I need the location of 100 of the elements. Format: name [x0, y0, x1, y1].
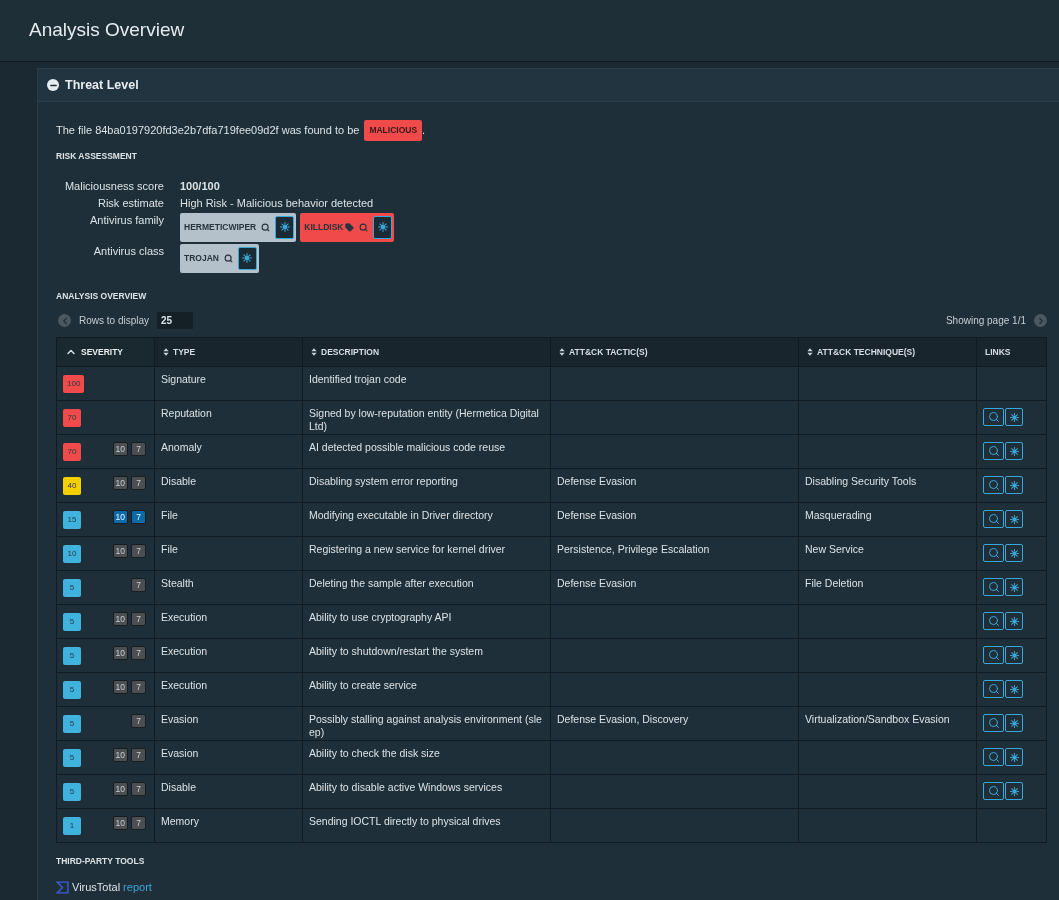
- table-cell: Disable: [161, 475, 197, 488]
- search-button[interactable]: [983, 408, 1004, 427]
- verdict-period: .: [422, 123, 426, 139]
- tag-chip: 10: [112, 510, 128, 525]
- column-header[interactable]: SEVERITY: [56, 337, 155, 367]
- table-cell: Disabling Security Tools: [805, 475, 917, 488]
- tag-label: HERMETICWIPER: [184, 220, 257, 234]
- table-cell: Defense Evasion, Discovery: [557, 713, 689, 726]
- field-value: 100/100: [180, 178, 220, 194]
- tag-chip: 7: [131, 816, 146, 831]
- table-cell-text: Ability to shutdown/restart the system: [309, 645, 484, 659]
- tag-chip: 7: [131, 680, 146, 695]
- search-icon: [987, 751, 1000, 764]
- search-button[interactable]: [983, 612, 1004, 631]
- page-info: Showing page 1/1: [945, 314, 1026, 329]
- search-button[interactable]: [983, 680, 1004, 699]
- family-tag[interactable]: TROJAN: [180, 243, 259, 273]
- sun-icon: [1008, 683, 1020, 695]
- search-icon[interactable]: [223, 253, 233, 263]
- column-header[interactable]: ATT&CK TECHNIQUE(S): [798, 337, 977, 367]
- table-cell: Defense Evasion: [557, 475, 637, 488]
- panel-title: Threat Level: [65, 76, 139, 94]
- sort-icon[interactable]: [163, 348, 169, 357]
- sandbox-button[interactable]: [373, 215, 393, 239]
- search-icon: [987, 479, 1000, 492]
- search-button[interactable]: [983, 476, 1004, 495]
- sandbox-button[interactable]: [1005, 476, 1023, 495]
- sandbox-button[interactable]: [1005, 544, 1023, 563]
- rows-input[interactable]: 25: [157, 312, 194, 330]
- tag-chip: 7: [131, 646, 146, 661]
- tag-chip: 10: [112, 748, 128, 763]
- severity-badge: 5: [63, 647, 81, 666]
- sandbox-button[interactable]: [1005, 680, 1023, 699]
- table-cell: Execution: [161, 645, 208, 658]
- field-label: Antivirus class: [92, 243, 165, 259]
- column-header[interactable]: TYPE: [154, 337, 303, 367]
- tag-chip: 10: [112, 680, 128, 695]
- severity-badge: 100: [63, 375, 85, 394]
- table-cell-text: AI detected possible malicious code reuse: [309, 441, 507, 455]
- sun-icon: [1008, 479, 1020, 491]
- panel-header[interactable]: Threat Level: [38, 69, 1059, 102]
- table-cell-text: Ability to disable active Windows services: [309, 781, 504, 795]
- sandbox-button[interactable]: [1005, 408, 1023, 427]
- sun-icon: [1008, 445, 1020, 457]
- tag-chip: 7: [131, 544, 146, 559]
- search-button[interactable]: [983, 782, 1004, 801]
- column-label: TYPE: [173, 345, 196, 359]
- column-header[interactable]: ATT&CK TACTIC(S): [550, 337, 799, 367]
- field-label: Risk estimate: [96, 195, 165, 211]
- search-icon: [987, 683, 1000, 696]
- search-icon: [987, 445, 1000, 458]
- sandbox-button[interactable]: [1005, 714, 1023, 733]
- table-cell: Persistence, Privilege Escalation: [557, 543, 710, 556]
- severity-badge: 15: [63, 511, 81, 530]
- sort-icon[interactable]: [311, 348, 317, 357]
- search-button[interactable]: [983, 714, 1004, 733]
- column-label: SEVERITY: [81, 345, 124, 359]
- tag-chip: 7: [131, 782, 146, 797]
- tag-icon: [345, 222, 355, 232]
- sun-icon: [1008, 785, 1020, 797]
- search-button[interactable]: [983, 442, 1004, 461]
- severity-badge: 5: [63, 579, 81, 598]
- collapse-icon[interactable]: [47, 79, 59, 91]
- search-icon: [987, 547, 1000, 560]
- severity-badge: 5: [63, 715, 81, 734]
- sun-icon: [278, 221, 291, 233]
- search-button[interactable]: [983, 544, 1004, 563]
- search-icon: [987, 513, 1000, 526]
- search-icon[interactable]: [359, 222, 369, 232]
- table-cell-text: Registering a new service for kernel driver: [309, 543, 507, 557]
- table-cell: Execution: [161, 679, 208, 692]
- sun-icon: [1008, 615, 1020, 627]
- table-cell-text: Signed by low-reputation entity (Hermetica Digital Ltd): [309, 407, 540, 434]
- rows-label: Rows to display: [79, 314, 150, 329]
- column-header[interactable]: LINKS: [976, 337, 1047, 367]
- sandbox-button[interactable]: [237, 246, 257, 270]
- column-header[interactable]: DESCRIPTION: [302, 337, 551, 367]
- sandbox-button[interactable]: [1005, 748, 1023, 767]
- sandbox-button[interactable]: [1005, 510, 1023, 529]
- family-tag[interactable]: KILLDISK: [300, 212, 395, 242]
- sandbox-button[interactable]: [1005, 646, 1023, 665]
- sandbox-button[interactable]: [1005, 782, 1023, 801]
- family-tag[interactable]: HERMETICWIPER: [180, 212, 297, 242]
- tag-chip: 7: [131, 476, 146, 491]
- sandbox-button[interactable]: [1005, 442, 1023, 461]
- section-heading: ANALYSIS OVERVIEW: [56, 289, 148, 303]
- page-title: Analysis Overview: [29, 18, 185, 43]
- sun-icon: [1008, 547, 1020, 559]
- table-cell-text: Ability to create service: [309, 679, 418, 693]
- sort-icon[interactable]: [559, 348, 565, 357]
- search-button[interactable]: [983, 578, 1004, 597]
- sort-icon[interactable]: [807, 348, 813, 357]
- report-link[interactable]: report: [123, 879, 152, 896]
- search-button[interactable]: [983, 510, 1004, 529]
- sandbox-button[interactable]: [1005, 578, 1023, 597]
- search-button[interactable]: [983, 748, 1004, 767]
- sandbox-button[interactable]: [1005, 612, 1023, 631]
- search-button[interactable]: [983, 646, 1004, 665]
- sandbox-button[interactable]: [275, 215, 295, 239]
- search-icon[interactable]: [261, 222, 271, 232]
